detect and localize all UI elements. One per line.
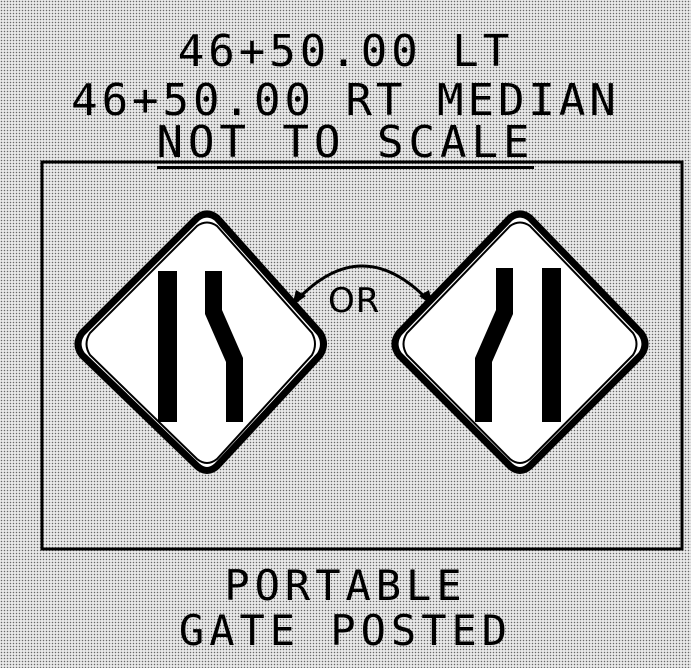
right-sign — [391, 210, 649, 474]
gate-posted-label: GATE POSTED — [178, 606, 513, 655]
or-label: OR — [328, 281, 381, 321]
left-sign — [74, 210, 327, 474]
portable-label: PORTABLE — [224, 561, 467, 610]
